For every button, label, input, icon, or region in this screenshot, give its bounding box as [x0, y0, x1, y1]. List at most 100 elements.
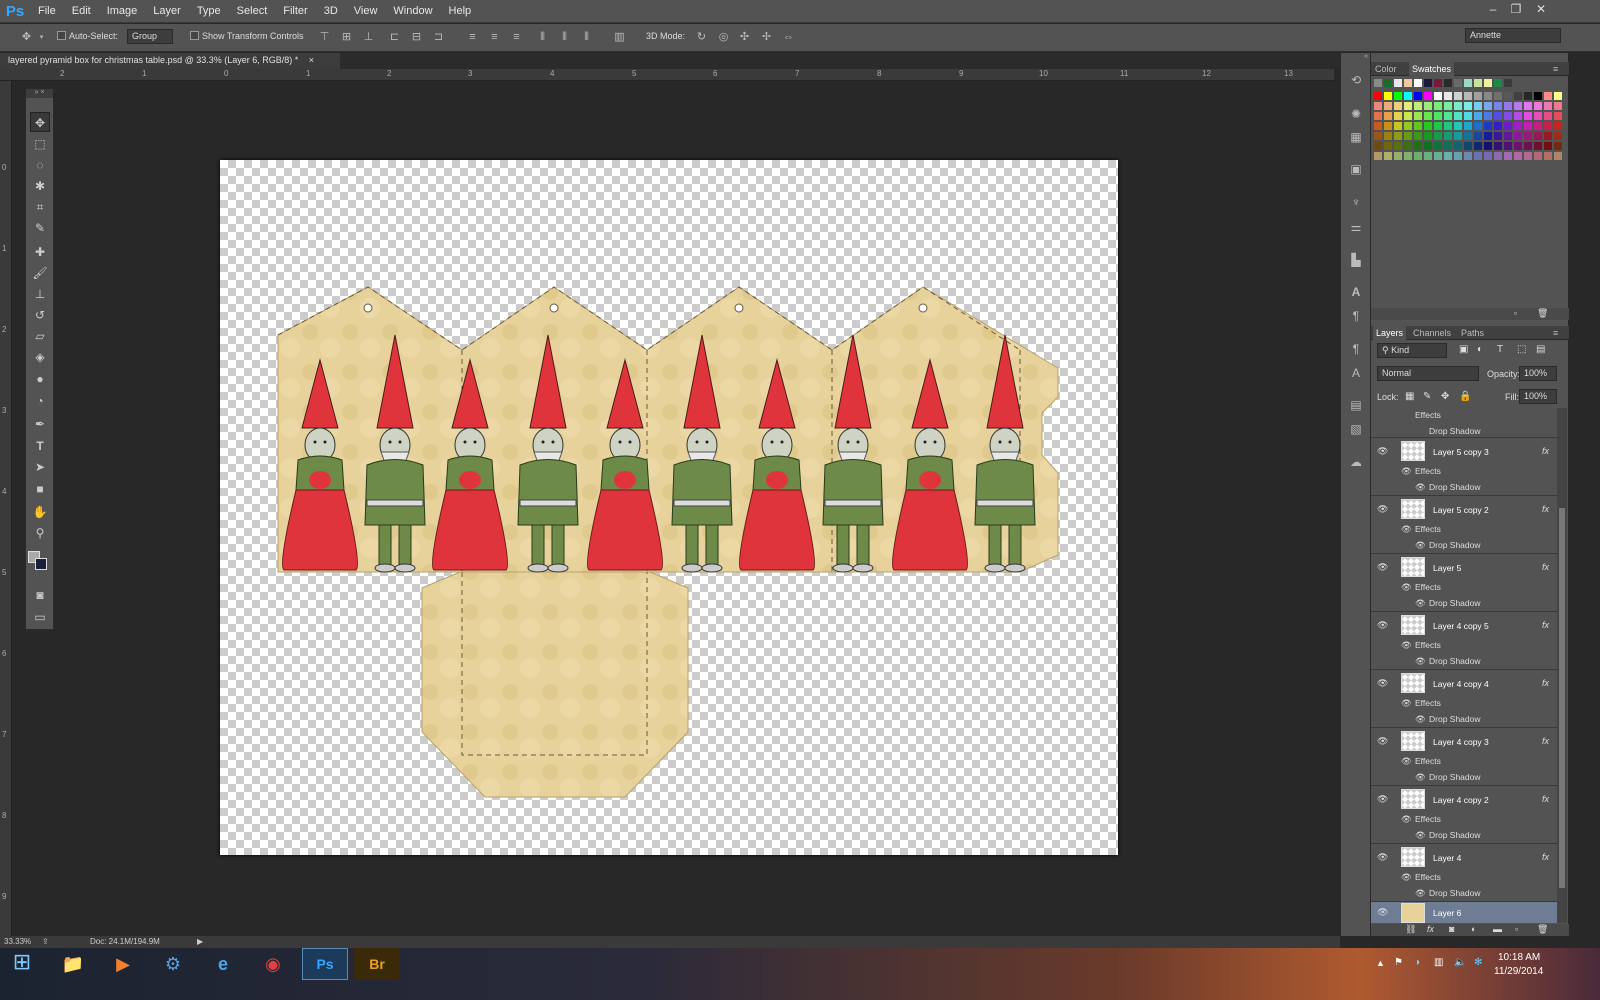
- align-vcenter-icon[interactable]: ⊞: [340, 31, 353, 44]
- clone-stamp-icon[interactable]: ⊥: [30, 284, 50, 304]
- add-mask-icon[interactable]: ◙: [1449, 924, 1454, 934]
- align-right-icon[interactable]: ⊐: [432, 31, 445, 44]
- volume-icon[interactable]: 🔈: [1454, 957, 1466, 968]
- flag-icon[interactable]: ⚑: [1394, 957, 1403, 968]
- explorer-icon[interactable]: 📁: [50, 948, 96, 980]
- auto-align-icon[interactable]: ▥: [613, 31, 626, 44]
- doc-size[interactable]: Doc: 24.1M/194.9M: [90, 937, 160, 946]
- menu-filter[interactable]: Filter: [275, 0, 315, 23]
- auto-select-dropdown[interactable]: Group: [127, 29, 173, 44]
- drop-shadow-eye-icon[interactable]: 👁: [1415, 482, 1426, 493]
- rectangle-tool-icon[interactable]: ■: [30, 479, 50, 499]
- share-icon[interactable]: ⇪: [42, 937, 49, 946]
- eraser-tool-icon[interactable]: ▱: [30, 326, 50, 346]
- distribute-bottom-icon[interactable]: ≡: [510, 31, 523, 44]
- libraries-icon[interactable]: ☁: [1347, 453, 1365, 471]
- layer-fx-icon[interactable]: fx: [1542, 620, 1549, 630]
- visibility-eye-icon[interactable]: 👁: [1377, 504, 1388, 515]
- brush-presets-icon[interactable]: ▦: [1347, 128, 1365, 146]
- horizontal-ruler[interactable]: 2 1 0 1 2 3 4 5 6 7 8 9 10 11 12 13: [54, 69, 1334, 81]
- collapse-icon[interactable]: «: [1341, 53, 1371, 62]
- character-styles-icon[interactable]: A: [1347, 364, 1365, 382]
- lock-pixels-icon[interactable]: ✎: [1423, 391, 1431, 402]
- panel-menu-icon[interactable]: ≡: [1553, 64, 1558, 74]
- tab-color[interactable]: Color: [1375, 64, 1397, 74]
- layer-name[interactable]: Layer 5 copy 2: [1433, 505, 1489, 515]
- 3d-rotate-icon[interactable]: ↻: [695, 31, 708, 44]
- chrome-icon[interactable]: ◉: [250, 948, 296, 980]
- filter-shape-icon[interactable]: ⬚: [1517, 344, 1526, 355]
- tray-cloud-icon[interactable]: ✻: [1474, 957, 1482, 968]
- layer-row[interactable]: 👁 Layer 4 copy 4 fx 👁 Effects 👁 Drop Shadow: [1371, 670, 1557, 728]
- tray-app-icon[interactable]: ◑: [1414, 957, 1420, 968]
- network-icon[interactable]: ▥: [1434, 957, 1443, 968]
- layer-row[interactable]: 👁 Layer 4 fx 👁 Effects 👁 Drop Shadow: [1371, 844, 1557, 902]
- move-tool-icon[interactable]: ✥: [30, 112, 50, 132]
- blend-mode-dropdown[interactable]: Normal: [1377, 366, 1479, 381]
- vertical-ruler[interactable]: 0 1 2 3 4 5 6 7 8 9: [0, 81, 12, 936]
- drop-shadow-eye-icon[interactable]: 👁: [1415, 888, 1426, 899]
- visibility-eye-icon[interactable]: 👁: [1377, 907, 1388, 918]
- internet-explorer-icon[interactable]: e: [200, 948, 246, 980]
- paint-bucket-icon[interactable]: ◈: [30, 347, 50, 367]
- character-panel-icon[interactable]: A: [1347, 283, 1365, 301]
- drop-shadow-eye-icon[interactable]: 👁: [1415, 830, 1426, 841]
- chevron-down-icon[interactable]: ▾: [35, 31, 48, 44]
- new-swatch-icon[interactable]: ▫: [1514, 308, 1517, 318]
- distribute-right-icon[interactable]: ⦀: [580, 31, 593, 44]
- distribute-left-icon[interactable]: ⦀: [536, 31, 549, 44]
- menu-layer[interactable]: Layer: [145, 0, 189, 23]
- start-button[interactable]: ⊞: [0, 946, 44, 978]
- fill-input[interactable]: 100%: [1519, 389, 1557, 404]
- history-panel-icon[interactable]: ⟲: [1347, 71, 1365, 89]
- layer-fx-icon[interactable]: fx: [1542, 504, 1549, 514]
- lasso-tool-icon[interactable]: ◌: [30, 155, 50, 175]
- clock-date[interactable]: 11/29/2014: [1494, 966, 1543, 977]
- filter-kind-dropdown[interactable]: ⚲ Kind: [1377, 343, 1447, 358]
- move-tool-icon[interactable]: ✥: [20, 31, 33, 44]
- layer-name[interactable]: Layer 4 copy 5: [1433, 621, 1489, 631]
- visibility-eye-icon[interactable]: 👁: [1377, 736, 1388, 747]
- menu-3d[interactable]: 3D: [316, 0, 346, 23]
- info-panel-icon[interactable]: ▧: [1347, 420, 1365, 438]
- toolbox-header[interactable]: » ×: [26, 89, 53, 98]
- hand-tool-icon[interactable]: ✋: [30, 502, 50, 522]
- layer-fx-icon[interactable]: fx: [1542, 562, 1549, 572]
- layer-name[interactable]: Layer 4: [1433, 853, 1461, 863]
- actions-panel-icon[interactable]: ✺: [1347, 105, 1365, 123]
- layers-scrollbar[interactable]: [1557, 408, 1567, 923]
- type-tool-icon[interactable]: T: [30, 436, 50, 456]
- 3d-pan-icon[interactable]: ✣: [738, 31, 751, 44]
- visibility-eye-icon[interactable]: 👁: [1377, 562, 1388, 573]
- effects-eye-icon[interactable]: 👁: [1401, 640, 1412, 651]
- photoshop-taskbar-icon[interactable]: Ps: [302, 948, 348, 980]
- healing-brush-icon[interactable]: ✚: [30, 242, 50, 262]
- effects-eye-icon[interactable]: 👁: [1401, 524, 1412, 535]
- effects-eye-icon[interactable]: 👁: [1401, 466, 1412, 477]
- adjustment-layer-icon[interactable]: ◐: [1471, 924, 1476, 934]
- layer-row[interactable]: 👁 Layer 4 copy 3 fx 👁 Effects 👁 Drop Shadow: [1371, 728, 1557, 786]
- bridge-taskbar-icon[interactable]: Br: [354, 948, 400, 980]
- link-layers-icon[interactable]: ⛓: [1405, 924, 1416, 935]
- drop-shadow-eye-icon[interactable]: 👁: [1415, 714, 1426, 725]
- menu-window[interactable]: Window: [385, 0, 440, 23]
- layer-row[interactable]: 👁 Layer 5 fx 👁 Effects 👁 Drop Shadow: [1371, 554, 1557, 612]
- new-layer-icon[interactable]: ▫: [1515, 924, 1518, 934]
- properties-panel-icon[interactable]: ▣: [1347, 160, 1365, 178]
- layer-name[interactable]: Layer 5 copy 3: [1433, 447, 1489, 457]
- marquee-tool-icon[interactable]: ⬚: [30, 134, 50, 154]
- magic-wand-icon[interactable]: ✱: [30, 176, 50, 196]
- lock-transparent-icon[interactable]: ▦: [1405, 391, 1414, 402]
- clone-source-icon[interactable]: ♆: [1347, 193, 1365, 211]
- opacity-input[interactable]: 100%: [1519, 366, 1557, 381]
- layer-fx-icon[interactable]: fx: [1542, 794, 1549, 804]
- pen-tool-icon[interactable]: ✒: [30, 414, 50, 434]
- filter-type-icon[interactable]: T: [1497, 344, 1503, 355]
- minimize-icon[interactable]: –: [1482, 0, 1504, 18]
- dodge-tool-icon[interactable]: ◔: [30, 391, 50, 411]
- layer-fx-icon[interactable]: fx: [1542, 852, 1549, 862]
- zoom-level[interactable]: 33.33%: [4, 937, 31, 946]
- layer-row-selected[interactable]: 👁 Layer 6: [1371, 902, 1557, 923]
- close-tab-icon[interactable]: ×: [309, 55, 314, 65]
- close-icon[interactable]: ✕: [1530, 0, 1552, 18]
